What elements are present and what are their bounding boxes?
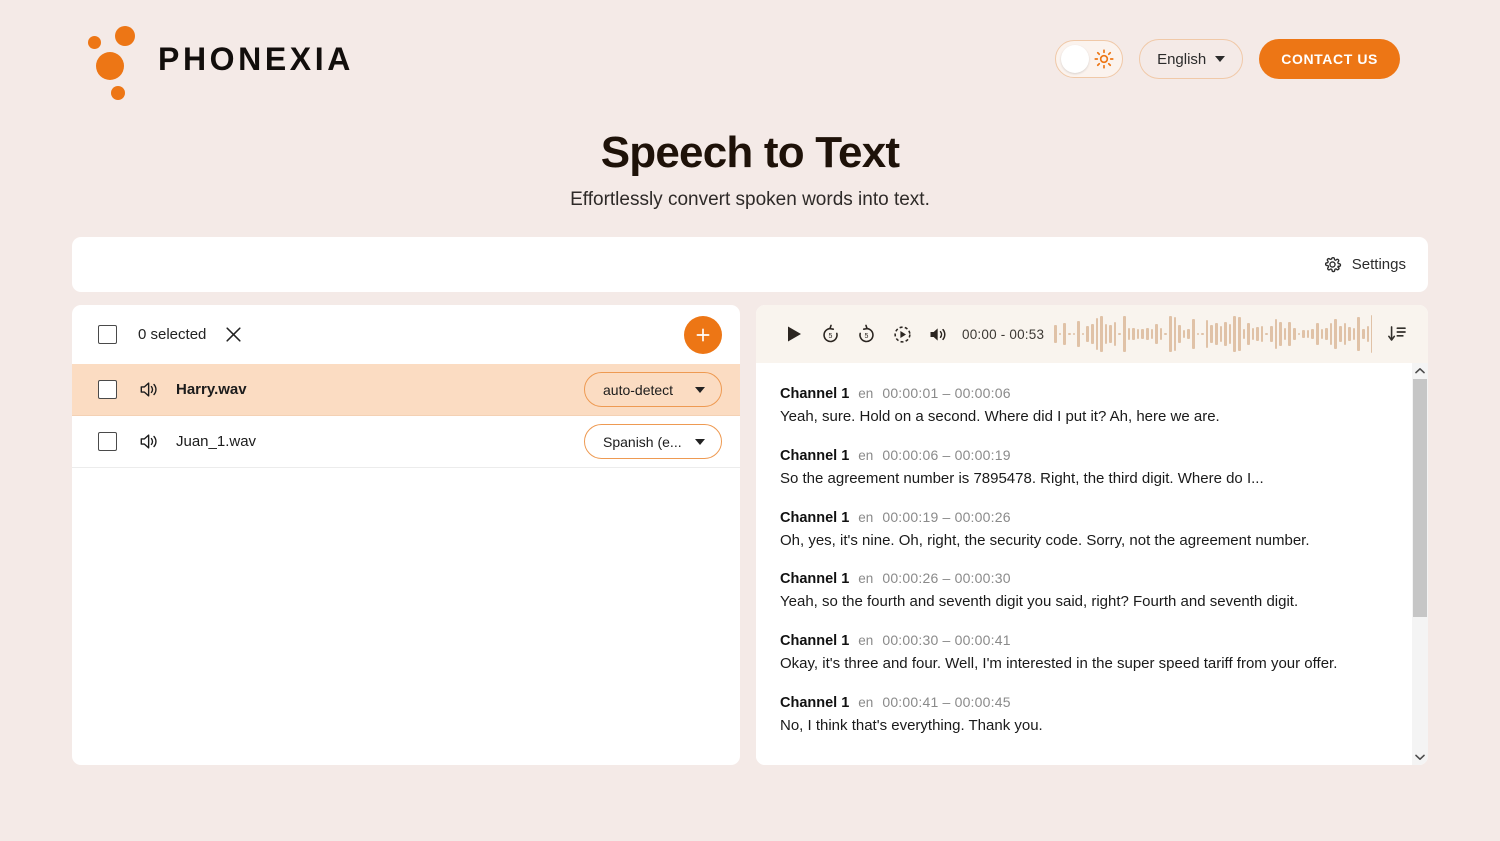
file-language-value: Spanish (e...: [603, 433, 682, 450]
playback-speed-icon: [893, 325, 911, 343]
settings-bar: Settings: [72, 237, 1428, 292]
gear-icon: [1324, 257, 1341, 273]
settings-button[interactable]: Settings: [1323, 255, 1406, 274]
scrollbar-thumb[interactable]: [1413, 379, 1427, 617]
segment-channel: Channel 1: [780, 386, 850, 402]
file-name: Harry.wav: [176, 381, 247, 398]
speaker-icon: [140, 434, 157, 449]
chevron-down-icon: [1415, 754, 1425, 760]
file-language-value: auto-detect: [603, 381, 674, 398]
transcript-segment[interactable]: Channel 1 en 00:00:30 – 00:00:41 Okay, i…: [780, 632, 1398, 674]
scroll-down-button[interactable]: [1412, 749, 1428, 765]
header-actions: English CONTACT US: [1055, 39, 1400, 79]
add-file-button[interactable]: [684, 315, 722, 354]
chevron-up-icon: [1415, 367, 1425, 374]
segment-channel: Channel 1: [780, 571, 850, 588]
file-list-item[interactable]: Juan_1.wav Spanish (e...: [72, 416, 740, 468]
segment-text: So the agreement number is 7895478. Righ…: [780, 469, 1264, 487]
select-all-checkbox[interactable]: [98, 325, 117, 344]
language-selector[interactable]: English: [1139, 39, 1244, 79]
segment-timestamp: 00:00:06 – 00:00:19: [882, 446, 1011, 463]
language-selector-value: English: [1157, 50, 1207, 68]
segment-timestamp: 00:00:01 – 00:00:06: [882, 385, 1011, 401]
transcript-panel: 5 5 00:00 - 00:53 Channel 1 en 00:00:01 …: [756, 305, 1428, 765]
segment-language: en: [858, 694, 874, 710]
selected-count-label: 0 selected: [138, 326, 207, 343]
theme-toggle[interactable]: [1055, 40, 1124, 78]
segment-timestamp: 00:00:19 – 00:00:26: [882, 508, 1011, 525]
transcript-segment[interactable]: Channel 1 en 00:00:26 – 00:00:30 Yeah, s…: [780, 570, 1398, 612]
forward-5-icon: 5: [858, 324, 874, 342]
page-title: Speech to Text: [600, 128, 900, 177]
transcript-body[interactable]: Channel 1 en 00:00:01 – 00:00:06 Yeah, s…: [756, 363, 1428, 765]
toggle-knob: [1061, 45, 1090, 73]
page-subtitle: Effortlessly convert spoken words into t…: [570, 189, 930, 210]
segment-channel: Channel 1: [780, 633, 850, 649]
svg-text:5: 5: [864, 333, 868, 340]
volume-button[interactable]: [920, 318, 956, 350]
speaker-icon: [140, 382, 157, 397]
file-language-dropdown[interactable]: Spanish (e...: [584, 424, 722, 459]
forward-5s-button[interactable]: 5: [848, 318, 884, 350]
transcript-segment[interactable]: Channel 1 en 00:00:41 – 00:00:45 No, I t…: [780, 694, 1398, 736]
file-checkbox[interactable]: [98, 432, 117, 451]
sort-button[interactable]: [1380, 318, 1414, 350]
transcript-segment[interactable]: Channel 1 en 00:00:19 – 00:00:26 Oh, yes…: [780, 509, 1398, 551]
volume-icon: [930, 327, 946, 341]
play-icon: [788, 326, 801, 342]
segment-timestamp: 00:00:30 – 00:00:41: [882, 632, 1011, 648]
files-toolbar: 0 selected: [72, 305, 740, 364]
transcript-segment[interactable]: Channel 1 en 00:00:06 – 00:00:19 So the …: [780, 447, 1398, 489]
sun-icon: [1094, 49, 1114, 69]
segment-channel: Channel 1: [780, 509, 850, 526]
phonexia-dots-icon: [88, 20, 140, 100]
audio-player-toolbar: 5 5 00:00 - 00:53: [756, 305, 1428, 363]
hero: Speech to Text Effortlessly convert spok…: [0, 128, 1500, 211]
play-button[interactable]: [776, 318, 812, 350]
file-name: Juan_1.wav: [176, 433, 257, 450]
file-checkbox[interactable]: [98, 380, 117, 399]
rewind-5-icon: 5: [822, 324, 838, 342]
svg-text:5: 5: [828, 333, 832, 340]
segment-timestamp: 00:00:41 – 00:00:45: [882, 693, 1011, 710]
transcript-scrollbar[interactable]: [1412, 363, 1428, 765]
segment-channel: Channel 1: [780, 694, 850, 711]
segment-text: Okay, it's three and four. Well, I'm int…: [780, 655, 1338, 672]
segment-channel: Channel 1: [780, 447, 850, 464]
files-panel: 0 selected Harry.wav auto-detect Juan_1.…: [72, 305, 740, 765]
segment-language: en: [858, 509, 874, 525]
plus-icon: [696, 328, 710, 341]
segment-language: en: [858, 571, 874, 587]
segment-language: en: [858, 386, 874, 401]
chevron-down-icon: [1215, 56, 1226, 62]
segment-text: Yeah, sure. Hold on a second. Where did …: [780, 408, 1220, 425]
contact-us-button[interactable]: CONTACT US: [1259, 39, 1400, 79]
rewind-5s-button[interactable]: 5: [812, 318, 848, 350]
chevron-down-icon: [695, 438, 705, 445]
brand-name: PHONEXIA: [158, 40, 354, 77]
logo[interactable]: PHONEXIA: [88, 20, 354, 100]
playback-time: 00:00 - 00:53: [962, 326, 1045, 342]
scroll-up-button[interactable]: [1412, 363, 1428, 379]
segment-text: No, I think that's everything. Thank you…: [780, 716, 1043, 734]
segment-text: Yeah, so the fourth and seventh digit yo…: [780, 593, 1299, 611]
playback-speed-button[interactable]: [884, 318, 920, 350]
segment-language: en: [858, 633, 874, 648]
transcript-segment[interactable]: Channel 1 en 00:00:01 – 00:00:06 Yeah, s…: [780, 385, 1398, 427]
settings-label: Settings: [1351, 256, 1406, 273]
waveform[interactable]: [1054, 314, 1372, 354]
file-list-item[interactable]: Harry.wav auto-detect: [72, 364, 740, 416]
close-icon[interactable]: [224, 325, 243, 344]
segment-timestamp: 00:00:26 – 00:00:30: [882, 570, 1011, 587]
sort-descending-icon: [1388, 326, 1406, 341]
segment-language: en: [858, 447, 874, 463]
chevron-down-icon: [695, 386, 705, 393]
page-header: PHONEXIA English CONTACT US: [0, 0, 1500, 118]
segment-text: Oh, yes, it's nine. Oh, right, the secur…: [780, 531, 1310, 549]
file-language-dropdown[interactable]: auto-detect: [584, 372, 722, 407]
